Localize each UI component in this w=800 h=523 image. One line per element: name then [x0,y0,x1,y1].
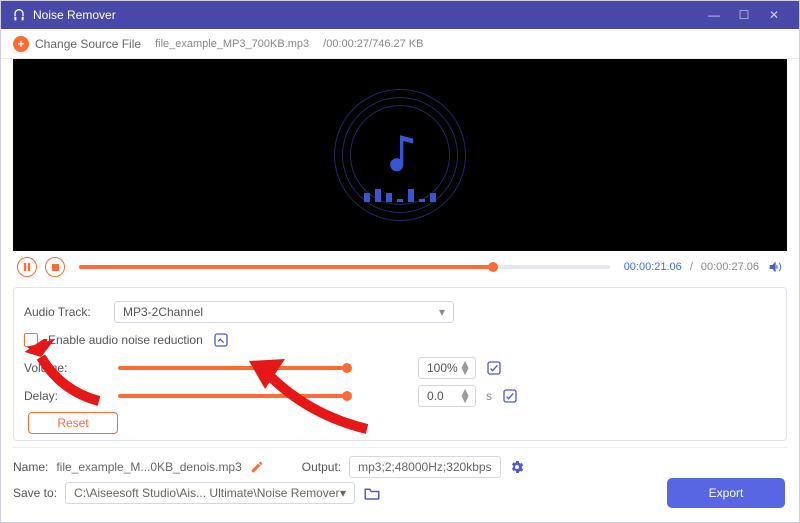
noise-settings-icon[interactable] [213,332,229,348]
stop-icon [52,264,59,271]
save-to-label: Save to: [13,486,57,500]
maximize-button[interactable]: ☐ [729,8,759,22]
chevron-down-icon: ▾ [340,486,346,500]
output-settings-icon[interactable] [509,459,525,475]
enable-noise-label: Enable audio noise reduction [48,333,203,347]
save-to-select[interactable]: C:\Aiseesoft Studio\Ais... Ultimate\Nois… [65,482,355,504]
delay-slider[interactable] [118,394,348,398]
playback-bar: 00:00:21.06 / 00:00:27.06 [1,251,799,283]
open-folder-icon[interactable] [363,485,381,501]
close-button[interactable]: ✕ [759,8,789,22]
volume-compare-icon[interactable] [486,360,502,376]
output-label: Output: [302,460,341,474]
equalizer-icon [364,189,436,202]
audio-track-value: MP3-2Channel [123,305,203,319]
volume-slider[interactable] [118,366,348,370]
volume-value: 100% [427,361,458,375]
seek-slider[interactable] [79,265,610,269]
source-fileinfo: /00:00:27/746.27 KB [323,38,423,50]
delay-compare-icon[interactable] [502,388,518,404]
titlebar: Noise Remover — ☐ ✕ [1,1,799,29]
output-value: mp3;2;48000Hz;320kbps [358,460,491,474]
delay-unit: s [486,389,492,403]
time-total: 00:00:27.06 [701,261,759,273]
time-sep: / [690,261,693,273]
settings-panel: Audio Track: MP3-2Channel ▾ Enable audio… [13,287,787,441]
source-bar: + Change Source File file_example_MP3_70… [1,29,799,59]
audio-track-label: Audio Track: [24,305,104,319]
delay-spinner[interactable]: 0.0 ▲▼ [418,385,476,407]
spin-down-icon[interactable]: ▼ [459,368,471,375]
change-source-label: Change Source File [35,37,141,51]
pause-icon [23,263,31,271]
time-current: 00:00:21.06 [624,261,682,273]
enable-noise-checkbox[interactable] [24,333,38,347]
stop-button[interactable] [45,257,65,277]
preview-area [13,59,787,251]
audio-track-select[interactable]: MP3-2Channel ▾ [114,301,454,323]
volume-spinner[interactable]: 100% ▲▼ [418,357,476,379]
export-button[interactable]: Export [667,478,785,508]
play-pause-button[interactable] [17,257,37,277]
name-value: file_example_M...0KB_denois.mp3 [56,460,241,474]
reset-button[interactable]: Reset [28,412,118,434]
delay-label: Delay: [24,389,104,403]
change-source-button[interactable]: + Change Source File [13,36,141,52]
source-filename: file_example_MP3_700KB.mp3 [155,38,309,50]
plus-icon: + [13,36,29,52]
minimize-button[interactable]: — [699,8,729,22]
app-window: { "titlebar": { "title": "Noise Remover"… [0,0,800,523]
music-note-icon [380,132,420,178]
volume-icon[interactable] [767,259,783,275]
volume-label: Volume: [24,361,104,375]
name-label: Name: [13,460,48,474]
chevron-down-icon: ▾ [439,305,445,319]
save-to-value: C:\Aiseesoft Studio\Ais... Ultimate\Nois… [74,486,339,500]
edit-name-icon[interactable] [250,460,264,474]
app-title: Noise Remover [33,8,699,22]
output-format-box: mp3;2;48000Hz;320kbps [349,456,500,478]
app-logo-icon [11,7,27,23]
delay-value: 0.0 [427,389,444,403]
spin-down-icon[interactable]: ▼ [459,396,471,403]
